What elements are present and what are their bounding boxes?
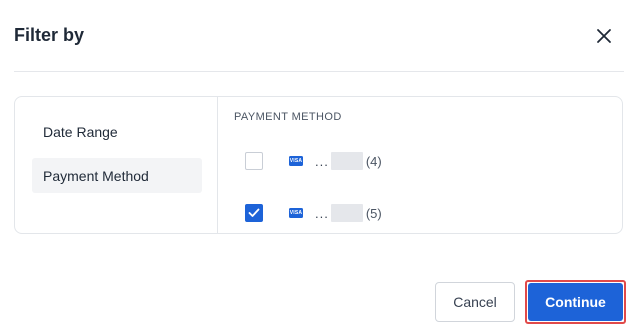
cancel-button[interactable]: Cancel xyxy=(435,282,515,322)
close-icon xyxy=(597,29,611,43)
sidebar-item-label: Payment Method xyxy=(43,167,149,184)
close-button[interactable] xyxy=(590,22,618,50)
masked-card-number: ... xyxy=(315,153,329,169)
visa-card-icon: VISA xyxy=(289,208,303,218)
filter-panel: Date Range Payment Method PAYMENT METHOD… xyxy=(14,96,623,234)
payment-option: VISA ... (4) xyxy=(245,151,605,171)
checkmark-icon xyxy=(248,208,260,217)
section-label: PAYMENT METHOD xyxy=(234,111,342,123)
payment-option-checkbox[interactable] xyxy=(245,204,263,222)
payment-option: VISA ... (5) xyxy=(245,203,605,223)
header-divider xyxy=(14,71,624,72)
option-count: (4) xyxy=(365,153,382,169)
dialog-header: Filter by xyxy=(0,0,636,72)
payment-method-options: PAYMENT METHOD VISA ... (4) VISA ... (5) xyxy=(219,97,622,233)
masked-card-number: ... xyxy=(315,205,329,221)
filter-dialog: Filter by Date Range Payment Method PAYM… xyxy=(0,0,636,335)
payment-option-checkbox[interactable] xyxy=(245,152,263,170)
continue-button[interactable]: Continue xyxy=(528,283,623,321)
continue-button-highlight: Continue xyxy=(525,280,626,324)
visa-card-icon: VISA xyxy=(289,156,303,166)
option-count: (5) xyxy=(365,205,382,221)
sidebar-item-payment-method[interactable]: Payment Method xyxy=(32,158,202,193)
sidebar-item-date-range[interactable]: Date Range xyxy=(32,114,202,149)
sidebar-item-label: Date Range xyxy=(43,123,118,140)
redacted-card-digits xyxy=(330,152,363,170)
dialog-title: Filter by xyxy=(14,25,85,45)
redacted-card-digits xyxy=(330,204,363,222)
filter-category-list: Date Range Payment Method xyxy=(15,97,218,233)
